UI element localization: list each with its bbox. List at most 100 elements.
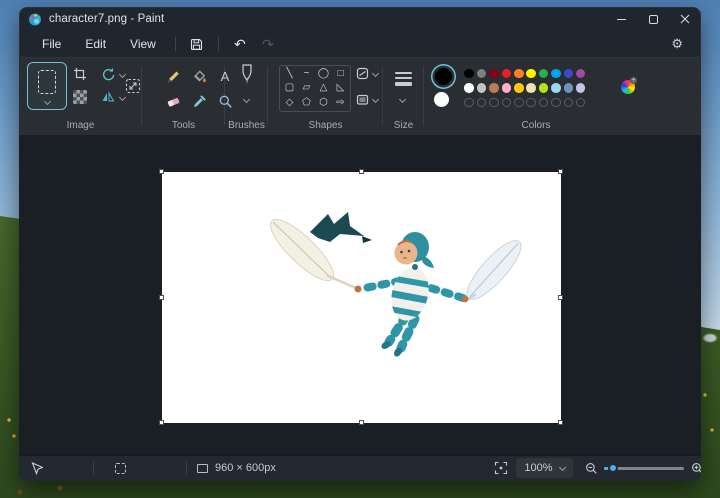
selection-handle[interactable] bbox=[159, 294, 164, 300]
palette-empty-slot[interactable] bbox=[551, 97, 561, 107]
palette-empty-slot[interactable] bbox=[514, 97, 524, 107]
primary-color-swatch[interactable] bbox=[435, 68, 452, 85]
selection-handle[interactable] bbox=[159, 169, 164, 174]
chevron-down-icon[interactable] bbox=[242, 95, 251, 104]
palette-color-000000[interactable] bbox=[464, 68, 474, 78]
statusbar-separator bbox=[93, 462, 94, 474]
palette-empty-slot[interactable] bbox=[575, 97, 586, 107]
select-tool-button[interactable] bbox=[27, 62, 67, 110]
palette-color-a349a4[interactable] bbox=[575, 68, 586, 78]
palette-empty-slot[interactable] bbox=[464, 97, 474, 107]
menu-edit[interactable]: Edit bbox=[74, 34, 117, 54]
selection-handle[interactable] bbox=[558, 420, 563, 425]
palette-color-ff7f27[interactable] bbox=[514, 68, 524, 78]
palette-color-ed1c24[interactable] bbox=[501, 68, 512, 78]
zoom-out-icon[interactable] bbox=[585, 462, 598, 475]
settings-button[interactable]: ⚙ bbox=[671, 36, 689, 52]
shape-hexagon[interactable]: ⬡ bbox=[319, 97, 328, 108]
palette-color-fff200[interactable] bbox=[526, 68, 536, 78]
palette-empty-slot[interactable] bbox=[476, 97, 487, 107]
eyedropper-tool-button[interactable] bbox=[192, 94, 207, 109]
palette-color-3f48cc[interactable] bbox=[563, 68, 574, 78]
zoom-level-dropdown[interactable]: 100% bbox=[516, 458, 573, 478]
ribbon-toolbar: Image A Tools Brushes ╲ ~ ◯ □ ▢ ▱ △ ◺ ◇ … bbox=[19, 57, 701, 135]
minimize-button[interactable] bbox=[605, 7, 637, 31]
selection-handle[interactable] bbox=[558, 169, 563, 174]
redo-button[interactable]: ↷ bbox=[255, 34, 281, 54]
shape-polygon[interactable]: ▱ bbox=[303, 83, 311, 93]
shape-right-triangle[interactable]: ◺ bbox=[337, 83, 345, 93]
titlebar[interactable]: character7.png - Paint bbox=[19, 7, 701, 31]
chevron-down-icon bbox=[43, 97, 51, 106]
palette-empty-slot[interactable] bbox=[563, 97, 574, 107]
selection-handle[interactable] bbox=[558, 294, 563, 300]
shape-arrow[interactable]: ⇨ bbox=[336, 97, 344, 108]
palette-empty-slot[interactable] bbox=[538, 97, 549, 107]
drawing-canvas[interactable] bbox=[162, 172, 561, 423]
save-button[interactable] bbox=[184, 34, 210, 54]
menu-file[interactable]: File bbox=[31, 34, 72, 54]
shape-oval[interactable]: ◯ bbox=[318, 69, 329, 79]
shape-rounded-rectangle[interactable]: ▢ bbox=[285, 83, 294, 93]
shape-rectangle[interactable]: □ bbox=[337, 69, 343, 79]
shape-line[interactable]: ╲ bbox=[286, 69, 292, 79]
palette-empty-slot[interactable] bbox=[501, 97, 512, 107]
secondary-color-swatch[interactable] bbox=[434, 92, 449, 107]
menubar-separator bbox=[217, 37, 219, 51]
palette-color-00a2e8[interactable] bbox=[551, 68, 561, 78]
palette-color-c3c3c3[interactable] bbox=[476, 83, 487, 93]
selection-handle[interactable] bbox=[358, 169, 364, 174]
palette-color-b97a57[interactable] bbox=[489, 83, 499, 93]
shape-triangle[interactable]: △ bbox=[320, 83, 328, 93]
zoom-slider-thumb[interactable] bbox=[608, 463, 618, 473]
palette-color-7f7f7f[interactable] bbox=[476, 68, 487, 78]
eraser-tool-button[interactable] bbox=[166, 94, 181, 109]
statusbar-separator bbox=[186, 462, 187, 474]
crop-button[interactable] bbox=[73, 67, 87, 81]
chevron-down-icon[interactable] bbox=[118, 93, 127, 102]
resize-button[interactable] bbox=[125, 78, 141, 94]
chevron-down-icon[interactable] bbox=[118, 70, 127, 79]
close-button[interactable] bbox=[669, 7, 701, 31]
ribbon-section-colors: + Colors bbox=[424, 57, 701, 135]
palette-empty-slot[interactable] bbox=[526, 97, 536, 107]
shape-diamond[interactable]: ◇ bbox=[286, 97, 294, 108]
palette-color-22b14c[interactable] bbox=[538, 68, 549, 78]
menu-view[interactable]: View bbox=[119, 34, 167, 54]
pencil-tool-button[interactable] bbox=[166, 69, 181, 84]
shape-outline-button[interactable] bbox=[356, 67, 380, 80]
fill-tool-button[interactable] bbox=[192, 69, 207, 84]
palette-color-efe4b0[interactable] bbox=[526, 83, 536, 93]
palette-empty-slot[interactable] bbox=[489, 97, 499, 107]
maximize-button[interactable] bbox=[637, 7, 669, 31]
shape-pentagon[interactable]: ⬠ bbox=[302, 97, 311, 108]
selection-handle[interactable] bbox=[159, 420, 164, 425]
flip-button[interactable] bbox=[101, 90, 115, 104]
shape-curve[interactable]: ~ bbox=[304, 69, 310, 79]
statusbar: 960 × 600px 100% bbox=[19, 455, 701, 481]
palette-color-7092be[interactable] bbox=[563, 83, 574, 93]
palette-color-b5e61d[interactable] bbox=[538, 83, 549, 93]
brushes-button[interactable] bbox=[239, 64, 255, 90]
rotate-button[interactable] bbox=[101, 67, 115, 81]
selection-handle[interactable] bbox=[358, 420, 364, 425]
palette-color-880015[interactable] bbox=[489, 68, 499, 78]
section-label-tools: Tools bbox=[171, 120, 196, 131]
zoom-to-fit-icon[interactable] bbox=[494, 461, 508, 475]
undo-button[interactable]: ↶ bbox=[227, 34, 253, 54]
palette-color-ffffff[interactable] bbox=[464, 83, 474, 93]
close-icon bbox=[680, 14, 690, 24]
palette-color-ffaec9[interactable] bbox=[501, 83, 512, 93]
size-button[interactable] bbox=[395, 72, 412, 86]
canvas-size-text: 960 × 600px bbox=[215, 462, 276, 474]
palette-color-c8bfe7[interactable] bbox=[575, 83, 586, 93]
zoom-level-value: 100% bbox=[524, 462, 553, 474]
zoom-in-icon[interactable] bbox=[691, 462, 701, 475]
palette-color-99d9ea[interactable] bbox=[551, 83, 561, 93]
chevron-down-icon[interactable] bbox=[398, 95, 407, 104]
shape-fill-button[interactable] bbox=[356, 93, 380, 106]
color-palette bbox=[463, 66, 587, 110]
chevron-down-icon bbox=[371, 95, 380, 104]
transparency-button[interactable] bbox=[73, 90, 87, 104]
palette-color-ffc90e[interactable] bbox=[514, 83, 524, 93]
